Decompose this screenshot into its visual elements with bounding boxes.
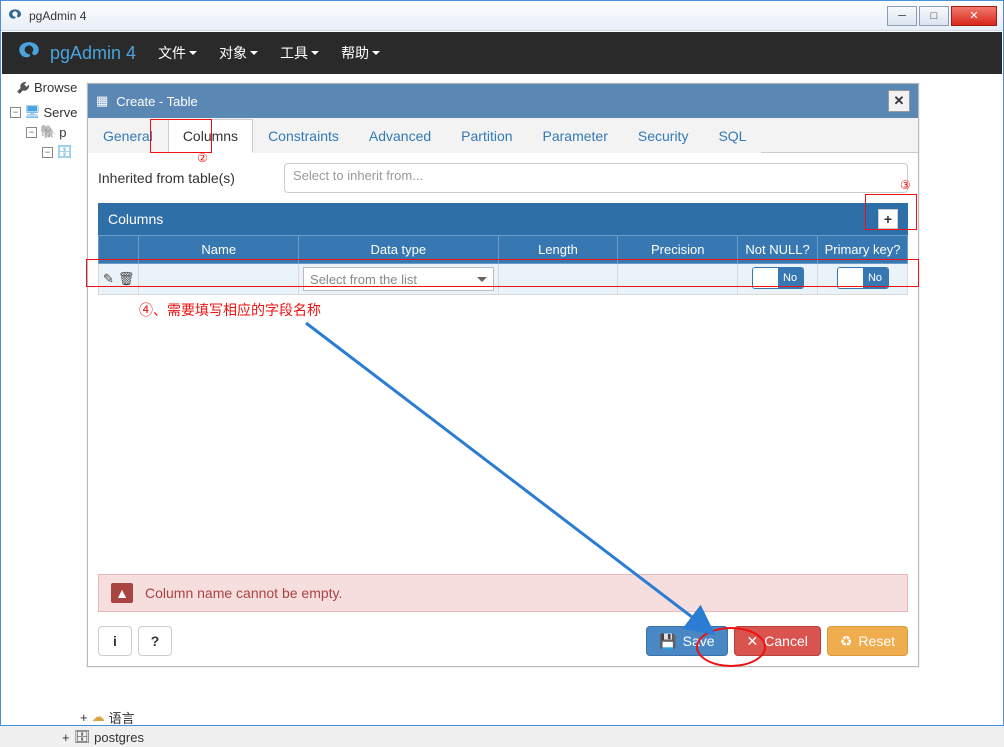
tree-bottom: +☁语言 +🗄postgres bbox=[80, 707, 144, 747]
tree-servers[interactable]: −🖥Serve bbox=[10, 102, 77, 122]
help-button[interactable]: ? bbox=[138, 626, 172, 656]
datatype-select[interactable]: Select from the list bbox=[303, 267, 494, 291]
wrench-icon bbox=[16, 81, 30, 95]
length-cell[interactable] bbox=[498, 264, 618, 295]
col-precision-header: Precision bbox=[618, 236, 738, 264]
dialog-buttons: i ? 💾Save ✕Cancel ♻Reset bbox=[88, 620, 918, 666]
app-logo: pgAdmin 4 bbox=[16, 40, 136, 66]
app-menubar: pgAdmin 4 文件 对象 工具 帮助 bbox=[2, 32, 1002, 74]
menu-help[interactable]: 帮助 bbox=[341, 43, 380, 63]
tree-postgres[interactable]: +🗄postgres bbox=[62, 727, 144, 747]
name-cell[interactable] bbox=[139, 264, 299, 295]
collapse-icon[interactable]: − bbox=[10, 107, 21, 118]
tab-security[interactable]: Security bbox=[623, 119, 704, 153]
menu-file[interactable]: 文件 bbox=[158, 43, 197, 63]
expand-icon[interactable]: + bbox=[80, 710, 88, 725]
save-button[interactable]: 💾Save bbox=[646, 626, 727, 656]
col-name-header: Name bbox=[139, 236, 299, 264]
caret-down-icon bbox=[311, 51, 319, 59]
column-row: ✎🗑 Select from the list No No bbox=[99, 264, 908, 295]
tab-advanced[interactable]: Advanced bbox=[354, 119, 446, 153]
tab-partition[interactable]: Partition bbox=[446, 119, 527, 153]
elephant-icon: 🐘 bbox=[40, 124, 56, 140]
edit-row-icon[interactable]: ✎ bbox=[103, 271, 114, 287]
os-titlebar: pgAdmin 4 ─ □ ✕ bbox=[1, 1, 1003, 31]
app-name: pgAdmin 4 bbox=[50, 43, 136, 64]
tree-child[interactable]: −🗄 bbox=[10, 142, 77, 162]
inherit-select[interactable]: Select to inherit from... bbox=[284, 163, 908, 193]
error-bar: ▲ Column name cannot be empty. bbox=[98, 574, 908, 612]
caret-down-icon bbox=[250, 51, 258, 59]
col-notnull-header: Not NULL? bbox=[738, 236, 818, 264]
reset-button[interactable]: ♻Reset bbox=[827, 626, 908, 656]
pk-toggle[interactable]: No bbox=[837, 267, 889, 289]
database-icon: 🗄 bbox=[74, 729, 91, 745]
os-title-text: pgAdmin 4 bbox=[29, 9, 887, 23]
expand-icon[interactable]: + bbox=[62, 730, 70, 745]
notnull-toggle[interactable]: No bbox=[752, 267, 804, 289]
close-icon: ✕ bbox=[747, 633, 759, 650]
caret-down-icon bbox=[372, 51, 380, 59]
maximize-button[interactable]: □ bbox=[919, 6, 949, 26]
tab-sql[interactable]: SQL bbox=[703, 119, 761, 153]
database-icon: 🗄 bbox=[56, 144, 73, 160]
tab-parameter[interactable]: Parameter bbox=[528, 119, 623, 153]
app-icon bbox=[7, 8, 23, 24]
dialog-header: ▦ Create - Table ✕ bbox=[88, 84, 918, 118]
add-column-button[interactable]: + bbox=[878, 209, 898, 229]
cancel-button[interactable]: ✕Cancel bbox=[734, 626, 821, 656]
grid-icon: ▦ bbox=[96, 93, 108, 109]
inherit-label: Inherited from table(s) bbox=[98, 170, 268, 186]
tab-columns[interactable]: Columns bbox=[168, 119, 253, 153]
dialog-title: Create - Table bbox=[116, 94, 197, 109]
create-table-dialog: ▦ Create - Table ✕ General Columns Const… bbox=[87, 83, 919, 667]
tab-general[interactable]: General bbox=[88, 119, 168, 153]
dialog-close-button[interactable]: ✕ bbox=[888, 90, 910, 112]
server-icon: 🖥 bbox=[24, 104, 41, 120]
dialog-content: Inherited from table(s) Select to inheri… bbox=[88, 153, 918, 574]
columns-grid-title: Columns bbox=[108, 211, 163, 227]
error-text: Column name cannot be empty. bbox=[145, 585, 342, 601]
collapse-icon[interactable]: − bbox=[42, 147, 53, 158]
columns-grid: Name Data type Length Precision Not NULL… bbox=[98, 235, 908, 295]
caret-down-icon bbox=[189, 51, 197, 59]
os-window: pgAdmin 4 ─ □ ✕ pgAdmin 4 文件 对象 工具 帮助 Br… bbox=[0, 0, 1004, 726]
tab-constraints[interactable]: Constraints bbox=[253, 119, 354, 153]
dialog-tabs: General Columns Constraints Advanced Par… bbox=[88, 118, 918, 153]
save-icon: 💾 bbox=[659, 633, 676, 650]
col-length-header: Length bbox=[498, 236, 618, 264]
menu-tools[interactable]: 工具 bbox=[280, 43, 319, 63]
precision-cell[interactable] bbox=[618, 264, 738, 295]
recycle-icon: ♻ bbox=[840, 633, 853, 650]
col-datatype-header: Data type bbox=[299, 236, 499, 264]
info-button[interactable]: i bbox=[98, 626, 132, 656]
caret-down-icon bbox=[477, 277, 487, 287]
minimize-button[interactable]: ─ bbox=[887, 6, 917, 26]
collapse-icon[interactable]: − bbox=[26, 127, 37, 138]
col-pk-header: Primary key? bbox=[818, 236, 908, 264]
object-tree: −🖥Serve −🐘p −🗄 bbox=[10, 102, 77, 162]
close-window-button[interactable]: ✕ bbox=[951, 6, 997, 26]
delete-row-icon[interactable]: 🗑 bbox=[118, 271, 135, 287]
tree-p[interactable]: −🐘p bbox=[10, 122, 77, 142]
warning-icon: ▲ bbox=[111, 583, 133, 603]
lang-icon: ☁ bbox=[92, 709, 105, 725]
tree-lang[interactable]: +☁语言 bbox=[80, 707, 144, 727]
menu-object[interactable]: 对象 bbox=[219, 43, 258, 63]
browser-panel-label: Browse bbox=[16, 80, 77, 95]
columns-grid-header: Columns + bbox=[98, 203, 908, 235]
